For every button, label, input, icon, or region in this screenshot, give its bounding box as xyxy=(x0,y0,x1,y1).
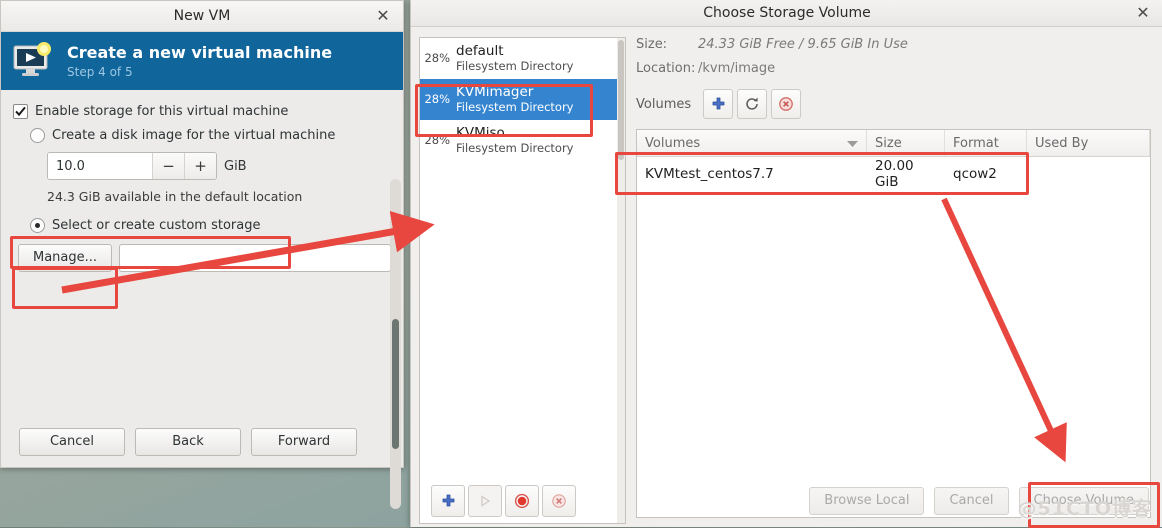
volumes-label: Volumes xyxy=(636,96,692,112)
pool-name: default xyxy=(456,43,504,59)
new-vm-form: Enable storage for this virtual machine … xyxy=(1,90,403,509)
cancel-button[interactable]: Cancel xyxy=(934,487,1009,515)
page-title: Create a new virtual machine xyxy=(67,43,333,62)
step-indicator: Step 4 of 5 xyxy=(67,65,133,79)
volumes-toolbar: Volumes xyxy=(636,89,1151,119)
back-button[interactable]: Back xyxy=(135,428,241,456)
start-pool-icon xyxy=(468,485,502,517)
storage-body: 28% default Filesystem Directory 28% KVM… xyxy=(411,27,1162,528)
pool-list-scrollbar-thumb[interactable] xyxy=(618,40,624,160)
pool-type: Filesystem Directory xyxy=(456,59,574,73)
pool-list-scrollbar[interactable] xyxy=(617,38,625,523)
new-vm-title: New VM xyxy=(173,8,231,24)
pool-item-default[interactable]: 28% default Filesystem Directory xyxy=(420,38,625,79)
column-header-used-by[interactable]: Used By xyxy=(1027,130,1150,156)
pool-location-label: Location: xyxy=(636,61,696,76)
close-icon[interactable]: ✕ xyxy=(373,6,393,26)
new-vm-titlebar: New VM ✕ xyxy=(1,1,403,32)
pool-name: KVMiso xyxy=(456,125,505,141)
delete-volume-icon[interactable] xyxy=(771,89,802,119)
pool-size-value: 24.33 GiB Free / 9.65 GiB In Use xyxy=(698,37,908,52)
pool-item-text: default Filesystem Directory xyxy=(456,43,573,73)
volumes-table-header: Volumes Size Format Used By xyxy=(637,130,1150,157)
disk-size-input[interactable] xyxy=(48,153,152,179)
close-icon[interactable]: ✕ xyxy=(1133,3,1153,23)
storage-path-input[interactable] xyxy=(119,244,391,272)
create-disk-label: Create a disk image for the virtual mach… xyxy=(52,128,336,143)
storage-titlebar: Choose Storage Volume ✕ xyxy=(411,0,1162,27)
storage-footer: Browse Local Cancel Choose Volume xyxy=(411,475,1162,527)
disk-size-spinner[interactable]: − + xyxy=(47,152,217,180)
new-vm-header-banner: Create a new virtual machine Step 4 of 5 xyxy=(1,32,403,90)
disk-size-unit-label: GiB xyxy=(224,158,247,174)
custom-storage-radio[interactable] xyxy=(30,218,45,233)
column-header-size[interactable]: Size xyxy=(867,130,945,156)
manage-button[interactable]: Manage... xyxy=(18,244,113,272)
volume-name: KVMtest_centos7.7 xyxy=(645,165,774,182)
choose-storage-volume-dialog: Choose Storage Volume ✕ 28% default File… xyxy=(410,0,1162,527)
custom-storage-label: Select or create custom storage xyxy=(52,218,261,233)
pool-item-kvmiso[interactable]: 28% KVMiso Filesystem Directory xyxy=(420,120,625,161)
disk-size-decrement-button[interactable]: − xyxy=(152,153,184,179)
new-vm-header-text: Create a new virtual machine Step 4 of 5 xyxy=(67,43,332,79)
cancel-button[interactable]: Cancel xyxy=(19,428,125,456)
pool-type: Filesystem Directory xyxy=(456,141,574,155)
add-pool-icon[interactable] xyxy=(431,485,465,517)
pool-type: Filesystem Directory xyxy=(456,100,574,114)
forward-button[interactable]: Forward xyxy=(251,428,357,456)
storage-path-row: Manage... xyxy=(18,244,391,272)
pool-size-label: Size: xyxy=(636,37,668,52)
enable-storage-label: Enable storage for this virtual machine xyxy=(35,104,289,119)
pool-item-text: KVMimager Filesystem Directory xyxy=(456,84,573,114)
new-vm-footer: Cancel Back Forward xyxy=(1,416,403,468)
delete-pool-icon[interactable] xyxy=(542,485,576,517)
new-vm-dialog: New VM ✕ Create a new virtual machine St… xyxy=(0,0,404,509)
chevron-down-icon[interactable] xyxy=(847,136,858,151)
pool-size-row: Size: 24.33 GiB Free / 9.65 GiB In Use xyxy=(636,37,1151,52)
storage-dialog-buttons: Browse Local Cancel Choose Volume xyxy=(809,487,1149,515)
pool-location-row: Location: /kvm/image xyxy=(636,61,1151,76)
enable-storage-checkbox[interactable] xyxy=(13,104,28,119)
column-label: Volumes xyxy=(645,135,701,151)
refresh-volume-icon[interactable] xyxy=(737,89,768,119)
virtual-machine-icon xyxy=(11,41,55,81)
volume-size: 20.00 GiB xyxy=(875,157,914,190)
create-disk-radio[interactable] xyxy=(30,128,45,143)
storage-detail-panel: Size: 24.33 GiB Free / 9.65 GiB In Use L… xyxy=(636,37,1151,528)
pool-usage-percent: 28% xyxy=(424,51,450,65)
table-row[interactable]: KVMtest_centos7.7 20.00 GiB qcow2 xyxy=(637,157,1150,190)
add-volume-icon[interactable] xyxy=(703,89,734,119)
choose-volume-button[interactable]: Choose Volume xyxy=(1018,487,1149,515)
storage-title: Choose Storage Volume xyxy=(703,5,871,21)
pool-usage-percent: 28% xyxy=(424,133,450,147)
custom-storage-row[interactable]: Select or create custom storage xyxy=(30,218,391,233)
available-space-hint: 24.3 GiB available in the default locati… xyxy=(47,189,303,204)
pool-name: KVMimager xyxy=(456,84,534,100)
disk-size-increment-button[interactable]: + xyxy=(184,153,216,179)
volumes-table: Volumes Size Format Used By KVMtest_cent… xyxy=(636,129,1151,518)
pool-usage-percent: 28% xyxy=(424,92,450,106)
storage-pool-list[interactable]: 28% default Filesystem Directory 28% KVM… xyxy=(419,37,626,524)
pool-item-text: KVMiso Filesystem Directory xyxy=(456,125,573,155)
available-space-row: 24.3 GiB available in the default locati… xyxy=(47,189,391,204)
browse-local-button[interactable]: Browse Local xyxy=(809,487,925,515)
stop-pool-icon[interactable] xyxy=(505,485,539,517)
disk-size-row: − + GiB xyxy=(47,152,391,180)
pool-location-value: /kvm/image xyxy=(698,61,776,76)
enable-storage-row[interactable]: Enable storage for this virtual machine xyxy=(13,104,391,119)
column-header-format[interactable]: Format xyxy=(945,130,1027,156)
column-header-volumes[interactable]: Volumes xyxy=(637,130,867,156)
volume-format: qcow2 xyxy=(953,165,997,182)
pool-item-kvmimager[interactable]: 28% KVMimager Filesystem Directory xyxy=(420,79,625,120)
create-disk-row[interactable]: Create a disk image for the virtual mach… xyxy=(30,128,391,143)
pool-action-buttons xyxy=(413,485,576,517)
